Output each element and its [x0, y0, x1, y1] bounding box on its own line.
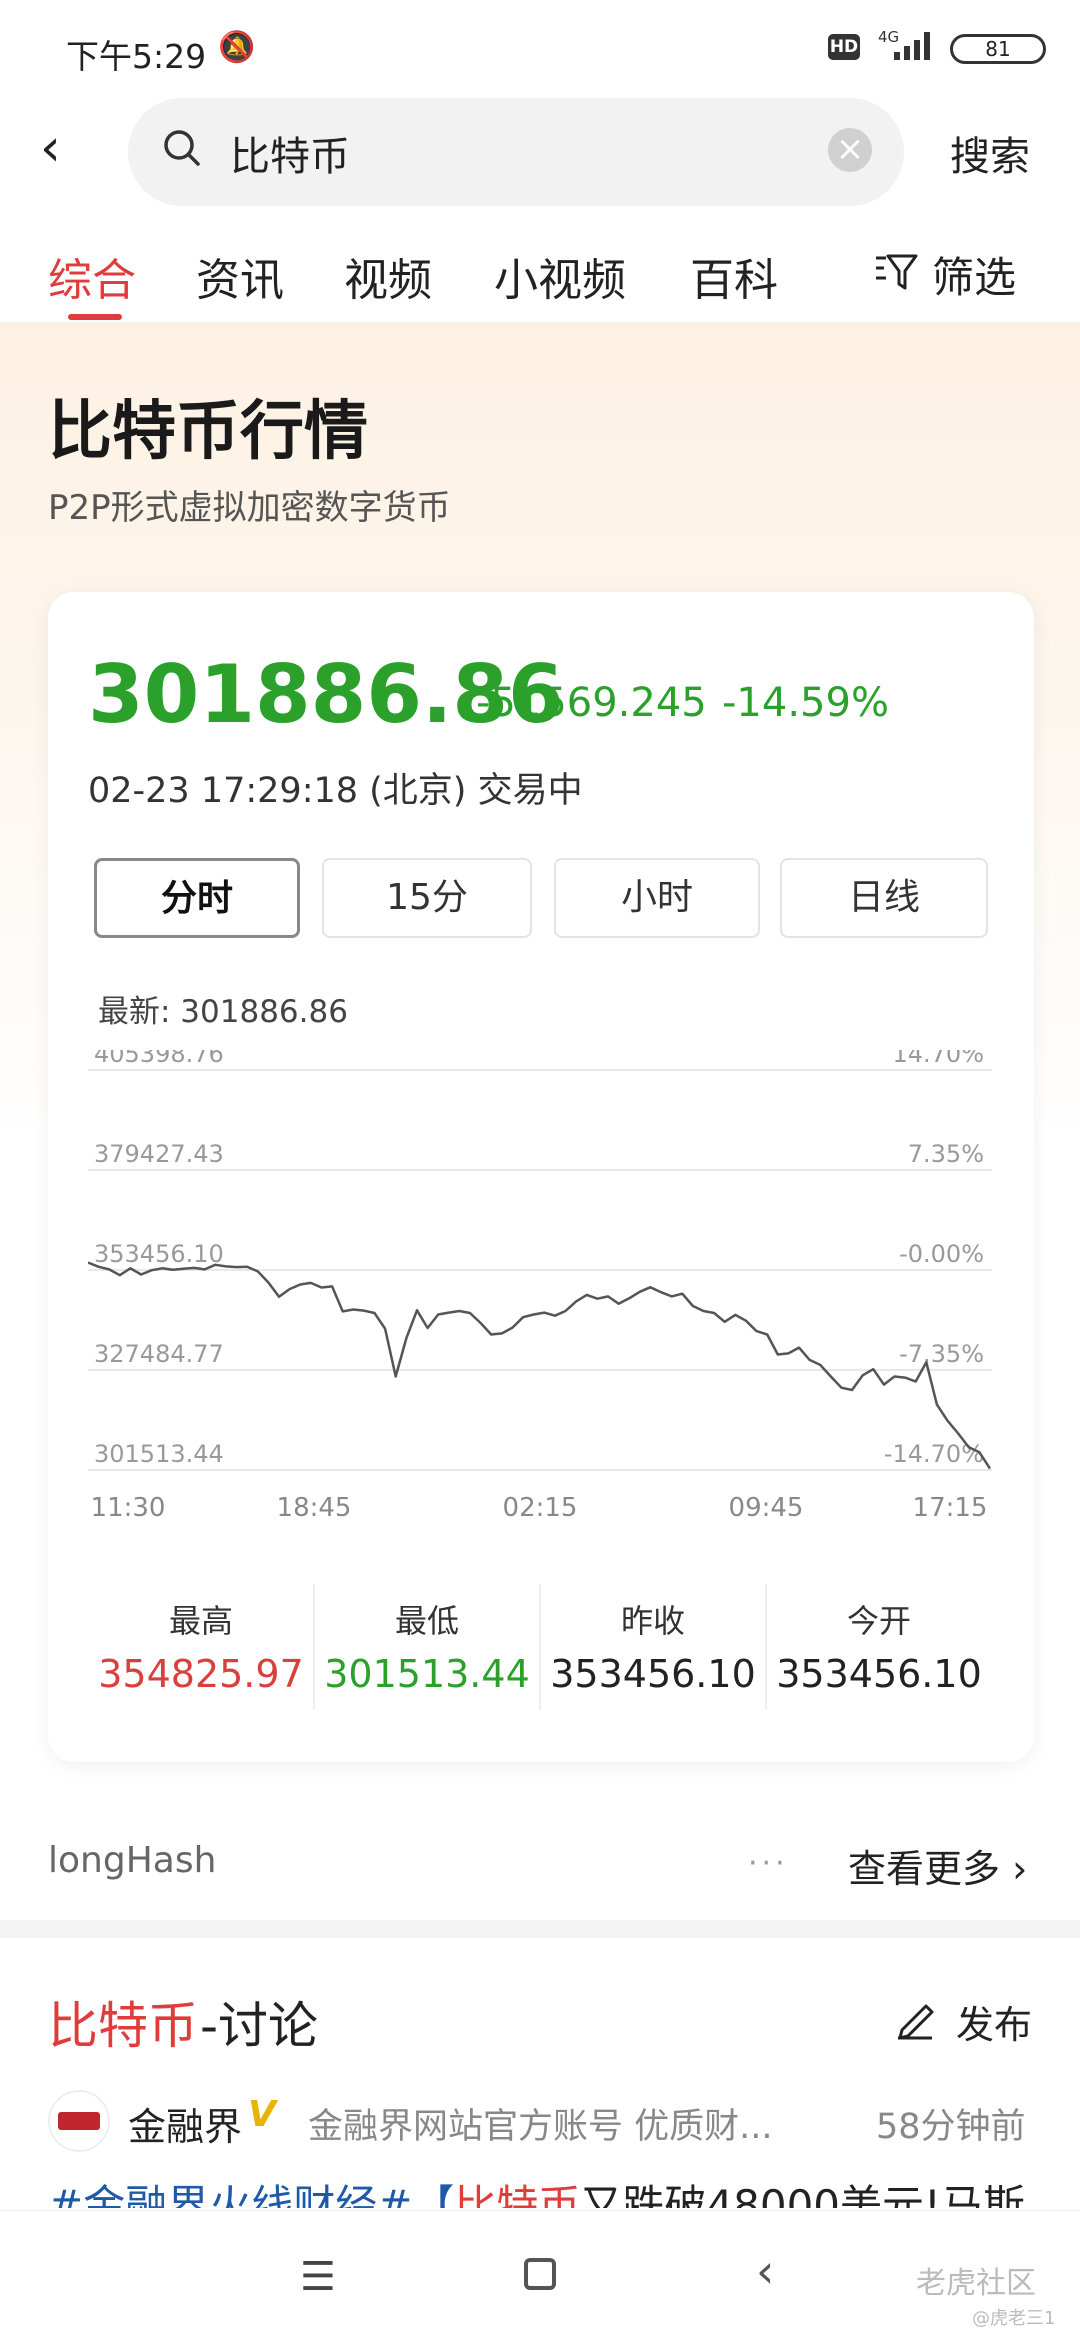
bell-muted-icon: 🔕 [218, 30, 256, 65]
battery-indicator: 81 [950, 34, 1046, 64]
latest-price-label: 最新: 301886.86 [98, 994, 348, 1030]
y-tick-label: 301513.44 [94, 1440, 224, 1468]
tab-comprehensive[interactable]: 综合 [48, 244, 136, 308]
x-tick-label: 11:30 [91, 1493, 166, 1523]
verified-badge-icon: V [248, 2094, 276, 2135]
page-title: 比特币行情 [48, 395, 368, 469]
y-right-tick-label: -0.00% [899, 1240, 984, 1268]
account-description: 金融界网站官方账号 优质财... [308, 2107, 773, 2147]
x-tick-label: 18:45 [277, 1493, 352, 1523]
y-right-tick-label: 14.70% [892, 1050, 984, 1068]
period-15min-button[interactable]: 15分 [322, 858, 532, 938]
home-button[interactable] [524, 2258, 556, 2290]
y-right-tick-label: -7.35% [899, 1340, 984, 1368]
period-daily-button[interactable]: 日线 [780, 858, 988, 938]
recent-apps-button[interactable]: ☰ [300, 2254, 336, 2300]
period-hour-button[interactable]: 小时 [554, 858, 760, 938]
watermark-sub: @虎老三1 [972, 2308, 1056, 2329]
price-change-percent: -14.59% [722, 680, 889, 726]
stat-open-value: 353456.10 [776, 1652, 982, 1696]
post-time: 58分钟前 [876, 2107, 1026, 2147]
stat-low-value: 301513.44 [324, 1652, 530, 1696]
section-divider [0, 1920, 1080, 1938]
price-change: -51569.245 [476, 680, 707, 726]
system-back-button[interactable]: ‹ [756, 2244, 774, 2298]
tab-short-video[interactable]: 小视频 [494, 244, 626, 308]
y-tick-label: 405398.76 [94, 1050, 224, 1068]
search-icon [164, 130, 200, 166]
headline-keyword: 比特币 [454, 2181, 581, 2208]
post-button[interactable]: 发布 [956, 1994, 1032, 2049]
filter-button[interactable]: 筛选 [932, 244, 1016, 305]
stat-prev-close-value: 353456.10 [550, 1652, 756, 1696]
headline-text: 又跌破48000美元!马斯 [580, 2181, 1025, 2208]
filter-icon[interactable] [874, 250, 918, 294]
y-right-tick-label: 7.35% [908, 1140, 984, 1168]
x-tick-label: 17:15 [913, 1493, 988, 1523]
stat-open-label: 今开 [846, 1602, 911, 1640]
y-tick-label: 353456.10 [94, 1240, 224, 1268]
post-headline[interactable]: #金融界火线财经#【比特币又跌破48000美元!马斯 [48, 2172, 1048, 2208]
headline-hashtag: #金融界火线财经#【 [48, 2181, 455, 2208]
chevron-right-icon: › [1000, 1847, 1028, 1891]
y-tick-label: 379427.43 [94, 1140, 224, 1168]
page-subtitle: P2P形式虚拟加密数字货币 [48, 488, 451, 528]
pen-icon[interactable] [892, 1994, 938, 2040]
discussion-title-keyword: 比特币 [48, 1997, 198, 2055]
period-intraday-button[interactable]: 分时 [94, 858, 300, 938]
account-avatar[interactable] [48, 2090, 110, 2152]
stat-high-label: 最高 [168, 1602, 233, 1640]
view-more-link[interactable]: 查看更多 › [848, 1838, 1027, 1893]
tab-video[interactable]: 视频 [344, 244, 432, 308]
tab-encyclopedia[interactable]: 百科 [690, 244, 778, 308]
discussion-title-suffix: -讨论 [200, 1997, 319, 2055]
watermark: 老虎社区 [916, 2266, 1036, 2301]
price-chart[interactable]: 405398.76 14.70% 379427.43 7.35% 353456.10 -0… [88, 1050, 992, 1540]
stat-low-label: 最低 [394, 1602, 459, 1640]
search-button[interactable]: 搜索 [950, 124, 1030, 182]
active-tab-indicator [68, 314, 122, 320]
view-more-label: 查看更多 [848, 1847, 1001, 1891]
search-input[interactable]: 比特币 [230, 124, 350, 182]
x-tick-label: 09:45 [729, 1493, 804, 1523]
signal-icon [894, 32, 930, 60]
status-time: 下午5:29 [66, 37, 207, 76]
y-right-tick-label: -14.70% [884, 1440, 984, 1468]
clear-search-button[interactable]: × [828, 128, 872, 172]
y-tick-label: 327484.77 [94, 1340, 224, 1368]
hd-icon: HD [828, 34, 860, 60]
back-button[interactable]: ‹ [40, 118, 90, 182]
stat-prev-close-label: 昨收 [620, 1602, 685, 1640]
stat-high-value: 354825.97 [98, 1652, 304, 1696]
tab-news[interactable]: 资讯 [196, 244, 284, 308]
x-tick-label: 02:15 [503, 1493, 578, 1523]
more-options-icon[interactable]: ··· [748, 1846, 789, 1881]
quote-timestamp: 02-23 17:29:18 (北京) 交易中 [88, 771, 583, 811]
data-source: longHash [48, 1840, 217, 1881]
account-name[interactable]: 金融界 [128, 2096, 242, 2151]
